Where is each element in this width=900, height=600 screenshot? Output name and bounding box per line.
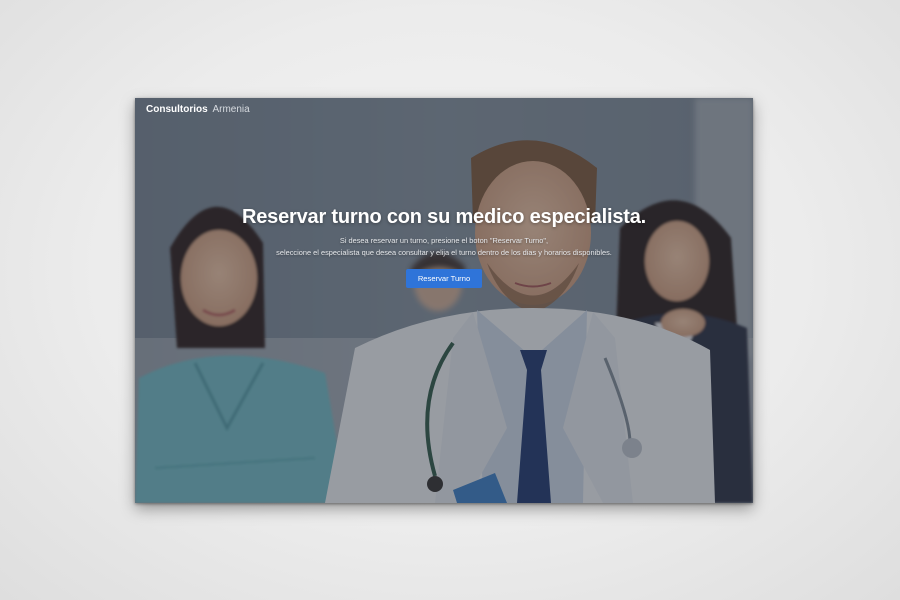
reservar-turno-button[interactable]: Reservar Turno <box>405 269 483 288</box>
hero-title: Reservar turno con su medico especialist… <box>242 206 646 228</box>
brand-name: Consultorios <box>146 104 208 115</box>
brand-location: Armenia <box>212 104 250 115</box>
browser-screenshot-frame: Consultorios Armenia Reservar turno con … <box>135 98 753 503</box>
hero-description-line-2: seleccione el especialista que desea con… <box>276 248 612 257</box>
hero-description-line-1: Si desea reservar un turno, presione el … <box>339 236 549 245</box>
hero-section: Reservar turno con su medico especialist… <box>135 206 753 288</box>
dark-overlay <box>135 98 753 503</box>
hero-description: Si desea reservar un turno, presione el … <box>135 235 753 259</box>
navbar-brand[interactable]: Consultorios Armenia <box>146 104 250 115</box>
